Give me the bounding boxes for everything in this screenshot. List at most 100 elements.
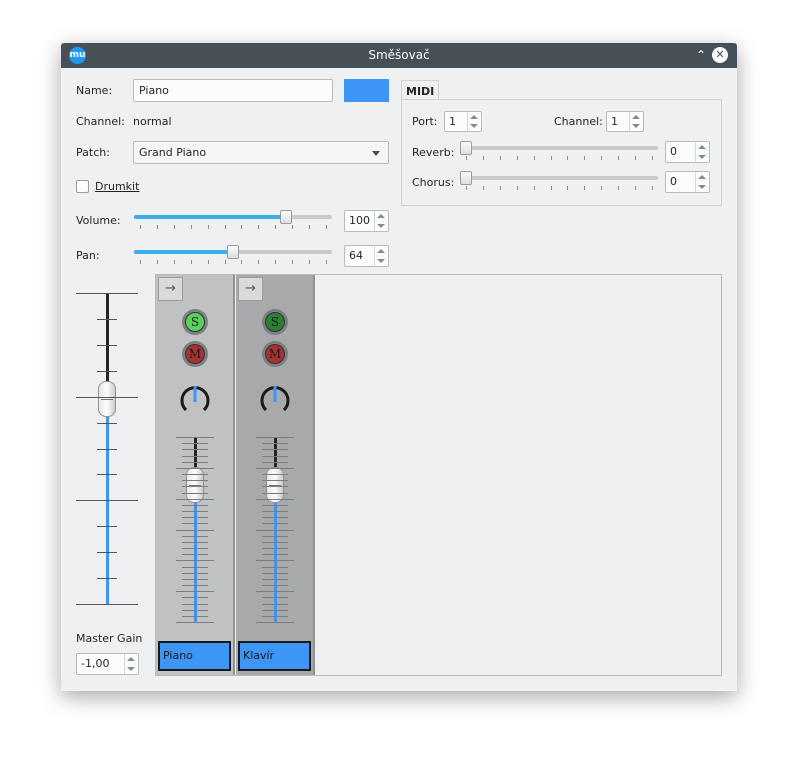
arrow-up-icon[interactable] xyxy=(127,657,135,661)
reverb-spinbox-arrows[interactable] xyxy=(695,142,709,162)
fader-tick xyxy=(182,536,208,537)
midi-channel-spinbox-value: 1 xyxy=(611,115,618,128)
pan-knob[interactable] xyxy=(258,382,292,416)
solo-button[interactable]: S xyxy=(262,309,288,335)
slider-tick xyxy=(191,225,192,229)
chorus-spinbox[interactable]: 0 xyxy=(665,171,710,193)
fader-tick xyxy=(97,423,117,424)
arrow-up-icon[interactable] xyxy=(377,249,385,253)
fader-tick xyxy=(262,616,288,617)
pan-knob[interactable] xyxy=(178,382,212,416)
volume-slider[interactable] xyxy=(134,210,332,232)
arrow-right-icon[interactable]: → xyxy=(238,277,263,301)
pan-spinbox-arrows[interactable] xyxy=(374,246,388,266)
fader-tick xyxy=(176,468,214,469)
chevron-down-icon xyxy=(372,151,380,156)
strip-name-label[interactable]: Piano xyxy=(158,641,231,671)
channel-color-button[interactable] xyxy=(344,79,389,102)
fader-tick xyxy=(182,456,208,457)
reverb-label: Reverb: xyxy=(412,146,455,159)
fader-tick xyxy=(182,480,208,481)
strip-fader-ticks xyxy=(256,437,294,623)
slider-tick xyxy=(517,156,518,160)
reverb-slider-handle[interactable] xyxy=(460,141,472,155)
arrow-down-icon[interactable] xyxy=(127,667,135,671)
slider-tick xyxy=(618,186,619,190)
slider-tick xyxy=(466,156,467,160)
volume-spinbox-arrows[interactable] xyxy=(374,211,388,231)
name-label: Name: xyxy=(76,84,113,97)
strip-name-label[interactable]: Klavír xyxy=(238,641,311,671)
slider-tick xyxy=(309,225,310,229)
close-icon[interactable]: ✕ xyxy=(712,47,728,63)
volume-slider-handle[interactable] xyxy=(280,210,292,224)
fader-tick xyxy=(182,604,208,605)
pan-slider[interactable] xyxy=(134,245,332,267)
arrow-down-icon[interactable] xyxy=(698,185,706,189)
pan-slider-handle[interactable] xyxy=(227,245,239,259)
arrow-up-icon[interactable] xyxy=(698,145,706,149)
arrow-up-icon[interactable] xyxy=(698,175,706,179)
mute-button[interactable]: M xyxy=(262,341,288,367)
chorus-slider-ticks xyxy=(460,186,658,190)
arrow-down-icon[interactable] xyxy=(698,155,706,159)
slider-tick xyxy=(157,225,158,229)
arrow-down-icon[interactable] xyxy=(377,224,385,228)
arrow-right-icon[interactable]: → xyxy=(158,277,183,301)
solo-button[interactable]: S xyxy=(182,309,208,335)
midi-channel-spinbox-arrows[interactable] xyxy=(629,112,643,131)
fader-tick xyxy=(97,526,117,527)
midi-channel-spinbox[interactable]: 1 xyxy=(606,111,644,132)
fader-tick xyxy=(182,573,208,574)
mute-button[interactable]: M xyxy=(182,341,208,367)
arrow-down-icon[interactable] xyxy=(632,124,640,128)
tab-midi[interactable]: MIDI xyxy=(401,80,439,100)
name-input[interactable]: Piano xyxy=(133,79,333,102)
slider-tick xyxy=(275,225,276,229)
slider-tick xyxy=(258,260,259,264)
chorus-slider[interactable] xyxy=(460,171,658,193)
name-input-value: Piano xyxy=(139,84,169,97)
mixer-strips-area: → S M Piano → S M Klavír xyxy=(155,274,722,676)
title-bar[interactable]: mu Směšovač ⌃ ✕ xyxy=(61,43,737,68)
arrow-down-icon[interactable] xyxy=(377,259,385,263)
volume-spinbox[interactable]: 100 xyxy=(344,210,389,232)
port-spinbox[interactable]: 1 xyxy=(444,111,482,132)
fader-tick xyxy=(76,604,138,605)
port-spinbox-arrows[interactable] xyxy=(467,112,481,131)
patch-select[interactable]: Grand Piano xyxy=(133,141,389,164)
reverb-spinbox[interactable]: 0 xyxy=(665,141,710,163)
patch-select-value: Grand Piano xyxy=(139,146,207,159)
fader-tick xyxy=(256,622,294,623)
arrow-up-icon[interactable] xyxy=(377,214,385,218)
drumkit-checkbox[interactable] xyxy=(76,180,89,193)
fader-tick xyxy=(256,499,294,500)
slider-tick xyxy=(275,260,276,264)
pan-spinbox[interactable]: 64 xyxy=(344,245,389,267)
master-gain-spinbox[interactable]: -1,00 xyxy=(76,653,139,675)
chorus-spinbox-arrows[interactable] xyxy=(695,172,709,192)
volume-slider-fill xyxy=(134,215,286,219)
arrow-up-icon[interactable] xyxy=(632,115,640,119)
arrow-down-icon[interactable] xyxy=(470,124,478,128)
pan-slider-fill xyxy=(134,250,233,254)
channel-value: normal xyxy=(133,115,172,128)
fader-tick xyxy=(182,523,208,524)
fader-tick xyxy=(182,462,208,463)
reverb-slider[interactable] xyxy=(460,141,658,163)
slider-tick xyxy=(652,186,653,190)
channel-label: Channel: xyxy=(76,115,125,128)
arrow-up-icon[interactable] xyxy=(470,115,478,119)
slider-tick xyxy=(292,225,293,229)
master-gain-arrows[interactable] xyxy=(124,654,138,674)
reverb-slider-groove xyxy=(460,146,658,150)
strip-fader-ticks xyxy=(176,437,214,623)
slider-tick xyxy=(584,186,585,190)
chorus-slider-groove xyxy=(460,176,658,180)
fader-tick xyxy=(176,560,214,561)
fader-tick xyxy=(182,493,208,494)
slider-tick xyxy=(208,225,209,229)
chevron-up-icon[interactable]: ⌃ xyxy=(693,47,709,63)
chorus-slider-handle[interactable] xyxy=(460,171,472,185)
slider-tick xyxy=(534,156,535,160)
